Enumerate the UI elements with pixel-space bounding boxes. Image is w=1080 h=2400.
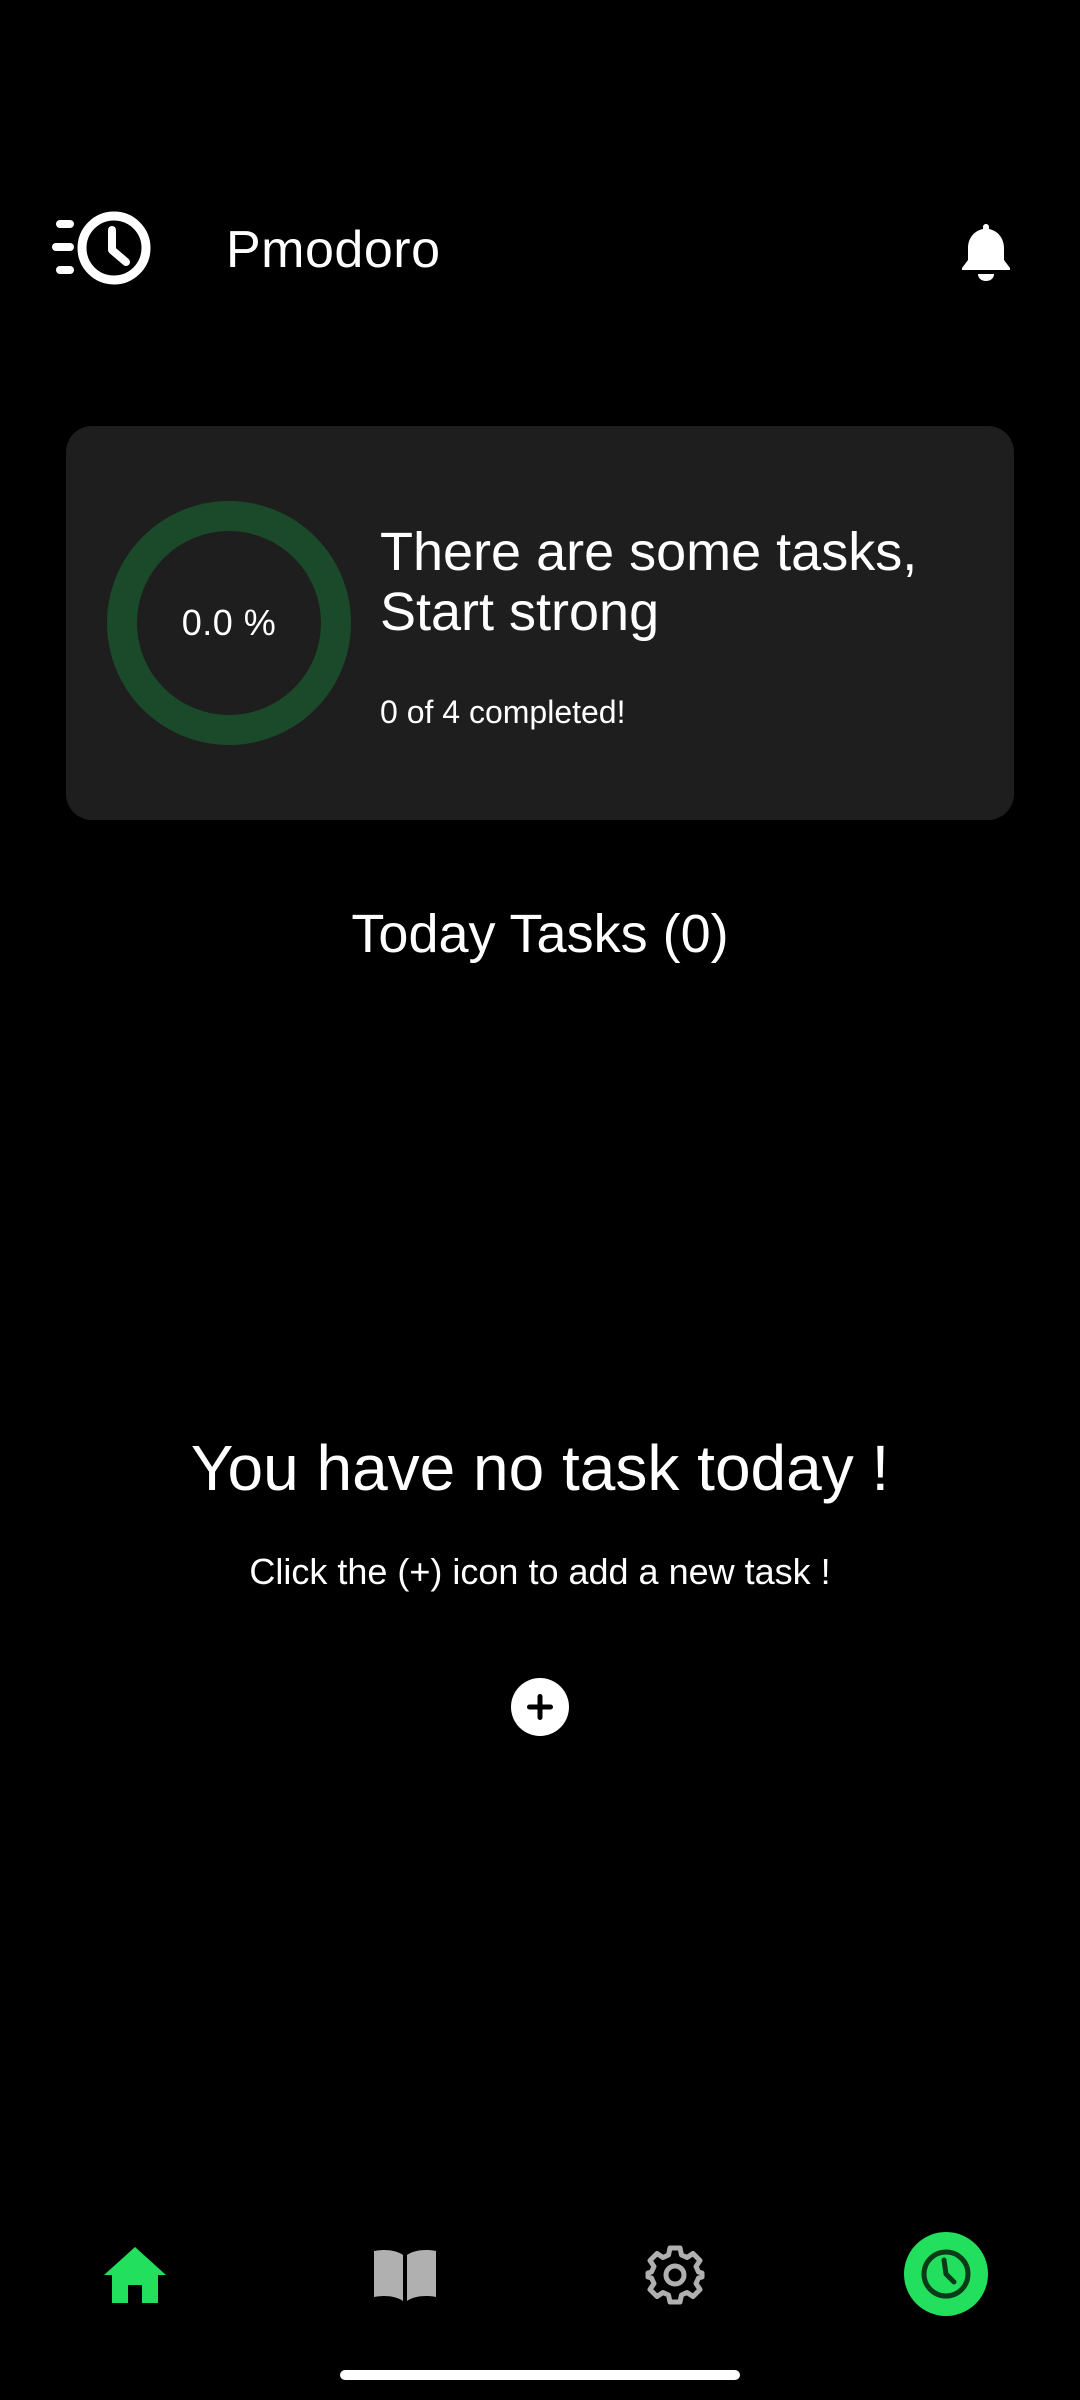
empty-state-title: You have no task today ! — [190, 1432, 890, 1504]
nav-timer[interactable] — [904, 2232, 988, 2316]
home-indicator — [340, 2370, 740, 2380]
empty-state-hint: Click the (+) icon to add a new task ! — [249, 1551, 831, 1592]
nav-settings[interactable] — [620, 2220, 730, 2330]
timer-icon — [921, 2249, 971, 2299]
today-tasks-title: Today Tasks (0) — [351, 904, 729, 964]
bell-icon[interactable] — [956, 220, 1016, 282]
progress-card: 0.0 % There are some tasks, Start strong… — [66, 426, 1014, 820]
progress-percent: 0.0 % — [181, 602, 277, 643]
plus-icon — [527, 1694, 553, 1720]
progress-headline: There are some tasks, Start strong — [380, 522, 918, 642]
home-icon — [104, 2247, 166, 2303]
nav-library[interactable] — [350, 2220, 460, 2330]
completed-count: 0 of 4 completed! — [380, 694, 626, 730]
nav-home[interactable] — [80, 2220, 190, 2330]
gear-icon — [645, 2245, 705, 2305]
book-icon — [374, 2250, 436, 2301]
fast-clock-icon — [52, 210, 160, 290]
app-header: Pmodoro — [0, 190, 1080, 310]
bottom-nav — [0, 2220, 1080, 2330]
add-task-button[interactable] — [511, 1678, 569, 1736]
app-title: Pmodoro — [226, 221, 441, 279]
